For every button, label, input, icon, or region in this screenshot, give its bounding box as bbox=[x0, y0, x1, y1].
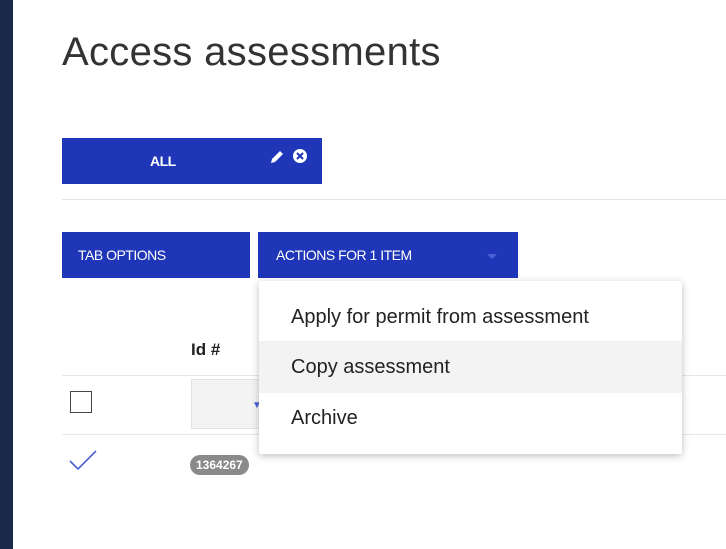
select-all-checkbox[interactable] bbox=[70, 391, 92, 413]
menu-item-copy-assessment[interactable]: Copy assessment bbox=[259, 341, 682, 393]
view-tab-all[interactable]: ALL bbox=[62, 138, 322, 184]
menu-item-archive[interactable]: Archive bbox=[259, 392, 682, 444]
view-tab-label: ALL bbox=[150, 153, 176, 169]
column-header-id[interactable]: Id # bbox=[191, 340, 220, 360]
menu-item-apply-for-permit[interactable]: Apply for permit from assessment bbox=[259, 291, 682, 343]
chevron-down-icon bbox=[487, 254, 497, 259]
actions-button[interactable]: ACTIONS FOR 1 ITEM bbox=[258, 232, 518, 278]
tab-options-button[interactable]: TAB OPTIONS bbox=[62, 232, 250, 278]
checkmark-icon[interactable] bbox=[68, 448, 98, 472]
actions-dropdown-menu: Apply for permit from assessment Copy as… bbox=[259, 281, 682, 454]
divider bbox=[62, 199, 726, 200]
id-badge: 1364267 bbox=[190, 455, 249, 475]
actions-label: ACTIONS FOR 1 ITEM bbox=[276, 247, 412, 263]
tab-options-label: TAB OPTIONS bbox=[78, 247, 166, 263]
close-circle-icon[interactable] bbox=[292, 148, 308, 164]
pencil-icon[interactable] bbox=[268, 148, 286, 166]
left-rail bbox=[0, 0, 13, 549]
page-title: Access assessments bbox=[62, 30, 441, 74]
